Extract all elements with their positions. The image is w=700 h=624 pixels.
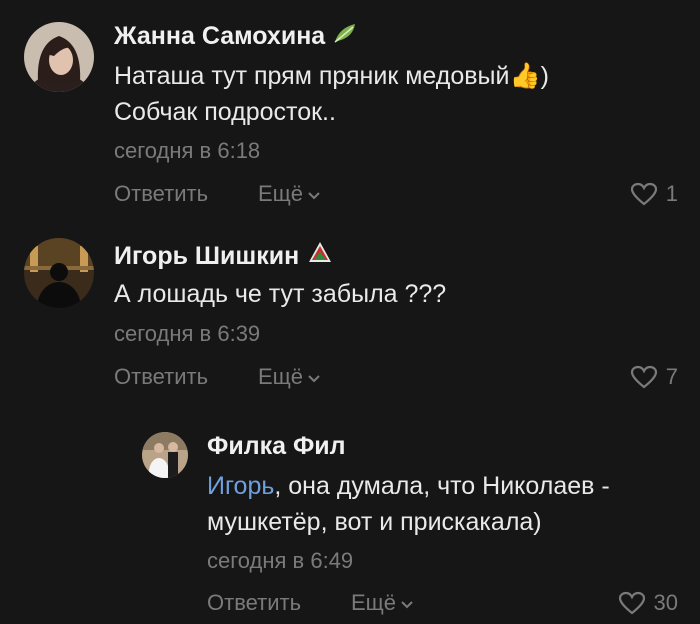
- reply-button[interactable]: Ответить: [207, 590, 301, 616]
- timestamp: сегодня в 6:39: [114, 321, 261, 346]
- more-button[interactable]: Ещё: [258, 364, 321, 390]
- thumbs-up-emoji: 👍: [509, 62, 541, 90]
- like-button[interactable]: 1: [630, 181, 678, 207]
- lokomotiv-logo-icon: [307, 240, 333, 273]
- more-button[interactable]: Ещё: [258, 181, 321, 207]
- chevron-down-icon: [308, 192, 320, 200]
- leaf-icon: [333, 22, 359, 51]
- avatar[interactable]: [142, 432, 188, 478]
- chevron-down-icon: [401, 601, 413, 609]
- reply-button[interactable]: Ответить: [114, 181, 208, 207]
- like-button[interactable]: 7: [630, 364, 678, 390]
- avatar[interactable]: [24, 22, 94, 92]
- timestamp: сегодня в 6:49: [207, 548, 354, 573]
- timestamp: сегодня в 6:18: [114, 138, 261, 163]
- comment-text: А лошадь че тут забыла ???: [114, 280, 447, 308]
- heart-icon: [630, 182, 657, 206]
- heart-icon: [618, 591, 645, 615]
- author-name[interactable]: Игорь Шишкин: [114, 240, 333, 273]
- heart-icon: [630, 365, 657, 389]
- reply-button[interactable]: Ответить: [114, 364, 208, 390]
- chevron-down-icon: [308, 375, 320, 383]
- author-name[interactable]: Жанна Самохина: [114, 22, 359, 51]
- comment-text: Наташа тут прям пряник медовый👍) Собчак …: [114, 62, 549, 126]
- like-button[interactable]: 30: [618, 590, 678, 616]
- mention-link[interactable]: Игорь: [207, 472, 274, 500]
- avatar[interactable]: [24, 238, 94, 308]
- more-button[interactable]: Ещё: [351, 590, 414, 616]
- comment-text: Игорь, она думала, что Николаев - мушкет…: [207, 472, 610, 536]
- author-name[interactable]: Филка Фил: [207, 432, 346, 461]
